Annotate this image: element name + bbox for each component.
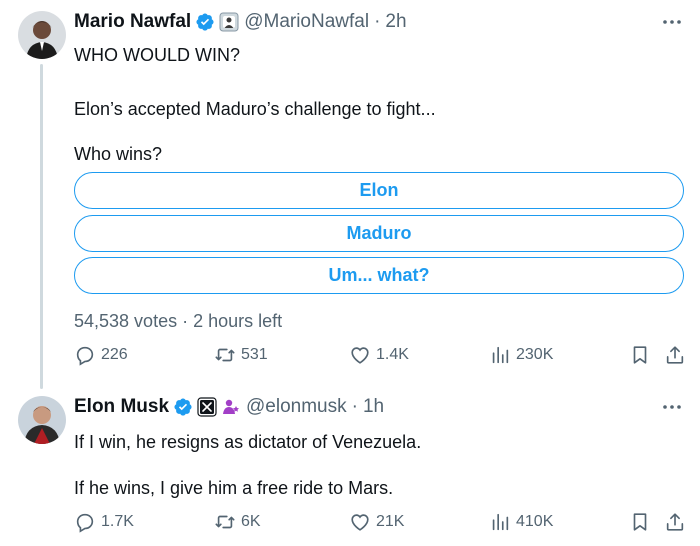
tweet-actions: 226 531 1.4K 230K — [74, 344, 684, 370]
like-count: 21K — [376, 513, 405, 530]
author-name[interactable]: Elon Musk — [74, 396, 169, 418]
retweet-count: 531 — [241, 346, 268, 363]
bookmark-button[interactable] — [629, 344, 651, 366]
verified-badge-icon — [196, 13, 214, 31]
views-button[interactable]: 230K — [489, 344, 553, 366]
tweet-text-line: If he wins, I give him a free ride to Ma… — [74, 478, 394, 498]
avatar[interactable] — [18, 11, 66, 59]
share-icon — [666, 346, 684, 364]
tweet-text-line: Who wins? — [74, 144, 163, 164]
separator-dot: · — [374, 11, 381, 32]
poll-votes: 54,538 votes — [74, 311, 178, 331]
tweet-text-line: WHO WOULD WIN? — [74, 45, 240, 65]
tweet-actions: 1.7K 6K 21K 410K — [74, 511, 684, 537]
poll-option-elon[interactable]: Elon — [74, 172, 684, 209]
reply-button[interactable]: 226 — [74, 344, 128, 366]
views-icon — [492, 346, 509, 364]
reply-button[interactable]: 1.7K — [74, 511, 134, 533]
more-icon[interactable] — [660, 16, 684, 28]
share-button[interactable] — [664, 511, 686, 533]
tweet-header: Elon Musk @elonmusk · 1h — [74, 393, 684, 421]
verified-badge-icon — [174, 398, 192, 416]
reply-icon — [76, 513, 94, 533]
poll-option-maduro[interactable]: Maduro — [74, 215, 684, 252]
poll-meta: 54,538 votes · 2 hours left — [74, 311, 282, 332]
reply-count: 1.7K — [101, 513, 134, 530]
more-icon[interactable] — [660, 401, 684, 413]
affiliate-badge-icon[interactable] — [219, 12, 239, 32]
reply-count: 226 — [101, 346, 128, 363]
subscriber-badge-icon[interactable] — [221, 397, 241, 417]
separator-dot: · — [182, 311, 189, 331]
share-button[interactable] — [664, 344, 686, 366]
x-logo-icon[interactable] — [197, 397, 217, 417]
retweet-button[interactable]: 531 — [214, 344, 268, 366]
avatar[interactable] — [18, 396, 66, 444]
views-button[interactable]: 410K — [489, 511, 553, 533]
thread-line — [40, 64, 43, 389]
tweet-header: Mario Nawfal @MarioNawfal · 2h — [74, 8, 684, 36]
tweet-elon-musk[interactable]: Elon Musk @elonmusk · 1h If I win, he re… — [0, 385, 700, 546]
bookmark-icon — [633, 346, 647, 364]
bookmark-button[interactable] — [629, 511, 651, 533]
views-icon — [492, 513, 509, 531]
timestamp[interactable]: 1h — [363, 396, 384, 418]
timestamp[interactable]: 2h — [385, 11, 406, 33]
poll-option-um-what[interactable]: Um... what? — [74, 257, 684, 294]
tweet-text-line: If I win, he resigns as dictator of Vene… — [74, 432, 422, 452]
author-handle[interactable]: @MarioNawfal — [244, 11, 369, 33]
retweet-icon — [215, 348, 235, 362]
like-count: 1.4K — [376, 346, 409, 363]
share-icon — [666, 513, 684, 531]
author-name[interactable]: Mario Nawfal — [74, 11, 191, 33]
like-button[interactable]: 1.4K — [349, 344, 409, 366]
reply-icon — [76, 346, 94, 366]
like-icon — [351, 347, 369, 364]
retweet-button[interactable]: 6K — [214, 511, 261, 533]
views-count: 410K — [516, 513, 554, 530]
poll-time-remaining: 2 hours left — [193, 311, 283, 331]
tweet-text-line: Elon’s accepted Maduro’s challenge to fi… — [74, 99, 436, 119]
views-count: 230K — [516, 346, 554, 363]
retweet-icon — [215, 515, 235, 529]
retweet-count: 6K — [241, 513, 261, 530]
author-handle[interactable]: @elonmusk — [246, 396, 347, 418]
bookmark-icon — [633, 513, 647, 531]
separator-dot: · — [351, 396, 358, 417]
tweet-mario-nawfal[interactable]: Mario Nawfal @MarioNawfal · 2h WHO WOULD… — [0, 0, 700, 389]
like-button[interactable]: 21K — [349, 511, 404, 533]
like-icon — [351, 514, 369, 531]
